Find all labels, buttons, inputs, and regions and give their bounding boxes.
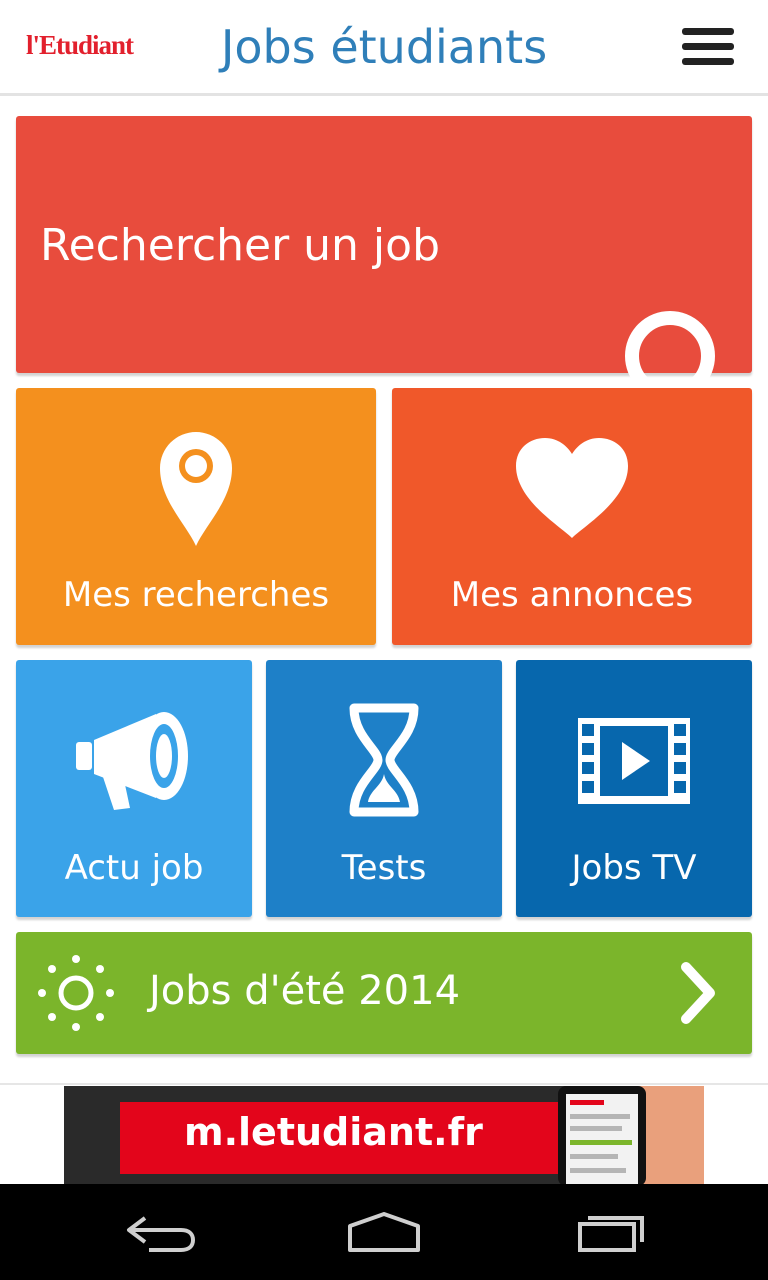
my-searches-label: Mes recherches [62,575,330,615]
sun-icon [38,955,114,1031]
recents-button[interactable] [555,1204,665,1260]
job-news-label: Actu job [64,848,204,888]
jobs-tv-tile[interactable]: Jobs TV [516,660,752,917]
recents-icon [578,1216,644,1252]
job-news-tile[interactable]: Actu job [16,660,252,917]
hourglass-icon [349,703,419,817]
heart-icon [516,438,628,538]
search-job-label: Rechercher un job [40,220,440,271]
tests-tile[interactable]: Tests [266,660,502,917]
tests-label: Tests [341,848,427,888]
home-button[interactable] [329,1204,439,1260]
my-ads-tile[interactable]: Mes annonces [392,388,752,645]
home-icon [348,1212,420,1252]
jobs-tv-label: Jobs TV [571,848,697,888]
chevron-right-icon [681,962,715,1024]
menu-button[interactable] [682,28,734,66]
back-icon [127,1216,196,1252]
search-job-tile[interactable]: Rechercher un job [16,116,752,419]
my-searches-tile[interactable]: Mes recherches [16,388,376,645]
map-pin-icon [160,432,232,546]
page-title: Jobs étudiants [220,20,548,74]
system-nav-bar [0,1184,768,1280]
my-ads-label: Mes annonces [450,575,694,615]
hamburger-icon [682,28,734,35]
banner-text: m.letudiant.fr [184,1110,483,1154]
summer-jobs-tile[interactable]: Jobs d'été 2014 [16,932,752,1054]
divider [0,1083,768,1085]
film-icon [578,718,690,804]
ad-banner[interactable]: m.letudiant.fr [64,1086,704,1186]
app-header: l'Etudiant Jobs étudiants [0,0,768,96]
summer-jobs-label: Jobs d'été 2014 [149,968,461,1014]
back-button[interactable] [104,1204,214,1260]
megaphone-icon [76,712,188,810]
